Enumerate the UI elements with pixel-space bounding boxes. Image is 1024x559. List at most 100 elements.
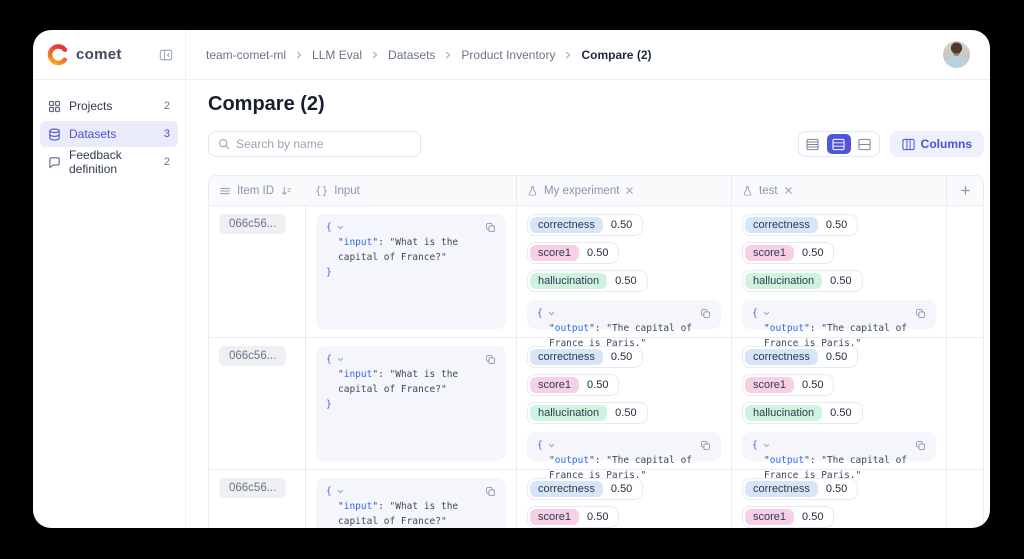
empty-cell	[946, 338, 983, 469]
table-row[interactable]: 066c56... { "input": "What is the capita…	[209, 206, 983, 364]
chevron-down-icon[interactable]	[547, 441, 556, 450]
sidebar-item-feedback-definition[interactable]: Feedback definition 2	[40, 148, 178, 176]
score-badge: correctness 0.50	[742, 346, 859, 368]
score-value: 0.50	[615, 275, 637, 287]
score-badges: correctness 0.50 score1 0.50 hallucinati…	[527, 214, 721, 292]
collapse-sidebar-icon[interactable]	[159, 48, 173, 62]
braces-icon: {}	[315, 184, 329, 197]
breadcrumb-item[interactable]: LLM Eval	[312, 48, 362, 62]
chevron-down-icon[interactable]	[336, 487, 345, 496]
columns-button[interactable]: Columns	[889, 131, 984, 157]
score-name: correctness	[530, 349, 603, 365]
score-badge: correctness 0.50	[742, 214, 859, 236]
json-code-block[interactable]: { "input": "What is the capital of Franc…	[316, 346, 506, 461]
copy-icon[interactable]	[915, 440, 926, 451]
score-badges: correctness 0.50 score1 0.50 hallucinati…	[527, 478, 721, 528]
score-badge: hallucination 0.50	[742, 270, 863, 292]
score-value: 0.50	[587, 379, 609, 391]
score-name: score1	[530, 245, 580, 261]
plus-icon	[960, 186, 970, 195]
user-avatar[interactable]	[943, 41, 970, 68]
score-badge: correctness 0.50	[527, 478, 644, 500]
experiment-cell: correctness 0.50 score1 0.50 hallucinati…	[731, 470, 946, 528]
score-value: 0.50	[610, 351, 633, 363]
item-id-cell: 066c56...	[209, 206, 305, 337]
breadcrumb-item[interactable]: Product Inventory	[461, 48, 555, 62]
column-header-test[interactable]: test	[731, 176, 946, 205]
table-row[interactable]: 066c56... { "input": "What is the capita…	[209, 470, 983, 528]
score-name: score1	[530, 509, 580, 525]
score-value: 0.50	[802, 379, 824, 391]
breadcrumb-item[interactable]: team-comet-ml	[206, 48, 286, 62]
menu-icon	[219, 185, 231, 197]
copy-icon[interactable]	[915, 308, 926, 319]
item-id-pill: 066c56...	[219, 214, 287, 234]
json-code-block[interactable]: { "output": "The capital of France is Pa…	[527, 432, 721, 496]
close-icon[interactable]	[784, 186, 793, 195]
columns-button-label: Columns	[920, 137, 972, 151]
score-badge: correctness 0.50	[742, 478, 859, 500]
copy-icon[interactable]	[485, 486, 496, 497]
chevron-right-icon	[371, 51, 379, 59]
copy-icon[interactable]	[700, 440, 711, 451]
sidebar-item-count: 2	[163, 156, 170, 168]
top-bar: comet team-comet-ml LLM Eval Datasets Pr…	[33, 30, 990, 80]
score-value: 0.50	[825, 351, 848, 363]
json-code-block[interactable]: { "output": "The capital of France is Pa…	[742, 432, 936, 496]
chevron-right-icon	[295, 51, 303, 59]
breadcrumb-item[interactable]: Datasets	[388, 48, 435, 62]
close-icon[interactable]	[625, 186, 634, 195]
sidebar-item-datasets[interactable]: Datasets 3	[40, 121, 178, 147]
logo-area: comet	[33, 30, 186, 79]
chevron-down-icon[interactable]	[762, 309, 771, 318]
table-row[interactable]: 066c56... { "input": "What is the capita…	[209, 338, 983, 496]
score-value: 0.50	[587, 511, 609, 523]
row-height-large-button[interactable]	[853, 134, 877, 154]
breadcrumb: team-comet-ml LLM Eval Datasets Product …	[186, 30, 943, 79]
search-box[interactable]	[208, 131, 421, 157]
chevron-down-icon[interactable]	[762, 441, 771, 450]
score-badges: correctness 0.50 score1 0.50 hallucinati…	[742, 346, 936, 424]
sidebar: Projects 2 Datasets 3 Feedback definitio…	[33, 80, 186, 528]
column-header-input[interactable]: {} Input	[305, 176, 516, 205]
sort-icon[interactable]	[280, 185, 292, 197]
json-code-block[interactable]: { "input": "What is the capital of Franc…	[316, 214, 506, 329]
experiment-cell: correctness 0.50 score1 0.50 hallucinati…	[516, 206, 731, 364]
item-id-cell: 066c56...	[209, 470, 305, 528]
score-badge: correctness 0.50	[527, 346, 644, 368]
app-window: comet team-comet-ml LLM Eval Datasets Pr…	[33, 30, 990, 528]
experiment-cell: correctness 0.50 score1 0.50 hallucinati…	[731, 338, 946, 496]
chevron-down-icon[interactable]	[336, 355, 345, 364]
score-value: 0.50	[830, 275, 852, 287]
chat-bubble-icon	[48, 156, 61, 169]
column-header-item-id[interactable]: Item ID	[209, 176, 305, 205]
column-label: My experiment	[544, 184, 620, 197]
json-code-block[interactable]: { "input": "What is the capital of Franc…	[316, 478, 506, 528]
column-label: Item ID	[237, 184, 275, 197]
table-header: Item ID {} Input My experiment test	[209, 176, 983, 206]
page-title: Compare (2)	[208, 93, 325, 115]
score-name: correctness	[745, 217, 818, 233]
column-header-my-experiment[interactable]: My experiment	[516, 176, 731, 205]
experiment-cell: correctness 0.50 score1 0.50 hallucinati…	[731, 206, 946, 364]
chevron-right-icon	[444, 51, 452, 59]
chevron-right-icon	[564, 51, 572, 59]
score-value: 0.50	[615, 407, 637, 419]
row-height-medium-button[interactable]	[826, 134, 851, 154]
json-code-block[interactable]: { "output": "The capital of France is Pa…	[742, 300, 936, 364]
sidebar-item-projects[interactable]: Projects 2	[40, 93, 178, 119]
json-code-block[interactable]: { "output": "The capital of France is Pa…	[527, 300, 721, 364]
copy-icon[interactable]	[485, 222, 496, 233]
score-name: correctness	[530, 481, 603, 497]
search-input[interactable]	[236, 137, 411, 151]
score-name: score1	[530, 377, 580, 393]
column-label: Input	[334, 184, 360, 197]
row-height-small-button[interactable]	[801, 134, 825, 154]
copy-icon[interactable]	[485, 354, 496, 365]
item-id-pill: 066c56...	[219, 478, 287, 498]
copy-icon[interactable]	[700, 308, 711, 319]
chevron-down-icon[interactable]	[336, 223, 345, 232]
score-badge: score1 0.50	[527, 242, 620, 264]
add-column-button[interactable]	[946, 176, 983, 205]
chevron-down-icon[interactable]	[547, 309, 556, 318]
